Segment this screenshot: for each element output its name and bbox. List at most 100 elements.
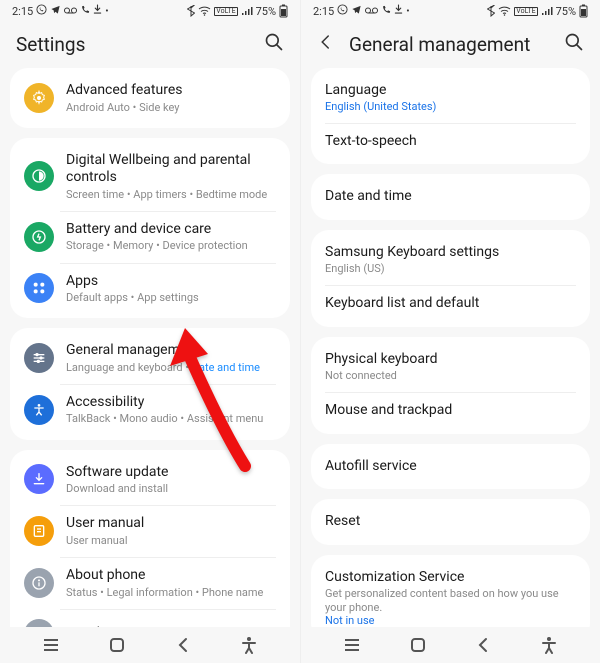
nav-accessibility[interactable] xyxy=(229,636,269,654)
settings-item-general-management[interactable]: General managementLanguage and keyboard … xyxy=(10,332,290,384)
page-title: Settings xyxy=(16,33,264,56)
item-extra: Not in use xyxy=(325,614,576,627)
nav-bar xyxy=(0,627,300,663)
item-subtitle: English (US) xyxy=(325,262,576,275)
item-title: Advanced features xyxy=(66,82,276,100)
item-title: Reset xyxy=(325,513,576,531)
item-title: Keyboard list and default xyxy=(325,295,576,313)
settings-item-user-manual[interactable]: User manualUser manual xyxy=(10,505,290,557)
battery-icon xyxy=(279,4,288,18)
download-status-icon xyxy=(93,4,102,18)
item-subtitle: English (United States) xyxy=(325,100,576,113)
whatsapp-icon xyxy=(337,4,348,18)
nav-accessibility[interactable] xyxy=(529,636,569,654)
item-title: Text-to-speech xyxy=(325,133,576,151)
nav-recents[interactable] xyxy=(332,638,372,652)
bluetooth-icon xyxy=(187,5,195,17)
settings-item-battery-and-device-care[interactable]: Battery and device careStorage • Memory … xyxy=(10,211,290,263)
manual-icon xyxy=(24,516,54,546)
download-status-icon xyxy=(394,4,403,18)
sliders-icon xyxy=(24,343,54,373)
more-icon: • xyxy=(105,6,108,17)
item-title: Developer options xyxy=(66,625,276,627)
signal-icon xyxy=(241,6,253,16)
settings-header: Settings xyxy=(0,22,300,68)
item-subtitle: Not connected xyxy=(325,369,576,382)
settings-item-apps[interactable]: AppsDefault apps • App settings xyxy=(10,263,290,315)
signal-icon xyxy=(541,6,553,16)
voicemail-icon xyxy=(64,5,77,18)
nav-bar xyxy=(301,627,600,663)
item-title: Mouse and trackpad xyxy=(325,402,576,420)
nav-home[interactable] xyxy=(97,637,137,653)
nav-back[interactable] xyxy=(163,637,203,653)
back-button[interactable] xyxy=(317,33,335,55)
item-subtitle: User manual xyxy=(66,534,276,547)
settings-item-developer-options[interactable]: Developer options xyxy=(10,609,290,627)
wifi-icon xyxy=(498,6,511,16)
item-title: Digital Wellbeing and parental controls xyxy=(66,152,276,187)
battery-text: 75% xyxy=(556,5,576,18)
gm-item-mouse-and-trackpad[interactable]: Mouse and trackpad xyxy=(311,392,590,430)
nav-home[interactable] xyxy=(398,637,438,653)
settings-item-about-phone[interactable]: About phoneStatus • Legal information • … xyxy=(10,557,290,609)
status-time: 2:15 xyxy=(12,5,33,18)
item-title: Apps xyxy=(66,273,276,291)
settings-item-digital-wellbeing-and-parental-controls[interactable]: Digital Wellbeing and parental controlsS… xyxy=(10,142,290,211)
settings-list[interactable]: Advanced featuresAndroid Auto • Side key… xyxy=(0,68,300,627)
item-title: Accessibility xyxy=(66,394,276,412)
nav-recents[interactable] xyxy=(31,638,71,652)
status-time: 2:15 xyxy=(313,5,334,18)
gm-item-keyboard-list-and-default[interactable]: Keyboard list and default xyxy=(311,285,590,323)
item-title: Customization Service xyxy=(325,569,576,587)
wifi-icon xyxy=(198,6,211,16)
wellbeing-icon xyxy=(24,161,54,191)
status-bar: 2:15 • xyxy=(0,0,300,22)
item-subtitle: Get personalized content based on how yo… xyxy=(325,587,576,613)
phone-icon xyxy=(381,5,391,18)
volte-icon: VoLTE xyxy=(214,7,237,16)
gm-item-language[interactable]: LanguageEnglish (United States) xyxy=(311,72,590,123)
nav-back[interactable] xyxy=(463,637,503,653)
gm-item-samsung-keyboard-settings[interactable]: Samsung Keyboard settingsEnglish (US) xyxy=(311,234,590,286)
settings-item-advanced-features[interactable]: Advanced featuresAndroid Auto • Side key xyxy=(10,72,290,124)
info-icon xyxy=(24,568,54,598)
download-icon xyxy=(24,464,54,494)
item-title: Battery and device care xyxy=(66,221,276,239)
gm-header: General management xyxy=(301,22,600,68)
item-title: Samsung Keyboard settings xyxy=(325,244,576,262)
item-subtitle: Android Auto • Side key xyxy=(66,101,276,114)
page-title: General management xyxy=(349,33,564,56)
gm-list[interactable]: LanguageEnglish (United States) Text-to-s… xyxy=(301,68,600,627)
settings-item-software-update[interactable]: Software updateDownload and install xyxy=(10,454,290,506)
gm-item-date-and-time[interactable]: Date and time xyxy=(311,178,590,216)
gm-item-autofill-service[interactable]: Autofill service xyxy=(311,448,590,486)
gear-mono-icon xyxy=(24,83,54,113)
item-subtitle: Download and install xyxy=(66,482,276,495)
telegram-icon xyxy=(351,4,362,18)
item-title: Software update xyxy=(66,464,276,482)
gm-item-customization-service[interactable]: Customization ServiceGet personalized co… xyxy=(311,559,590,627)
item-title: About phone xyxy=(66,567,276,585)
item-title: Language xyxy=(325,82,576,100)
apps-icon xyxy=(24,273,54,303)
gm-item-reset[interactable]: Reset xyxy=(311,503,590,541)
whatsapp-icon xyxy=(36,4,47,18)
gm-item-text-to-speech[interactable]: Text-to-speech xyxy=(311,123,590,161)
item-title: Autofill service xyxy=(325,458,576,476)
accessibility-icon xyxy=(24,395,54,425)
item-subtitle: Default apps • App settings xyxy=(66,291,276,304)
telegram-icon xyxy=(50,4,61,18)
search-button[interactable] xyxy=(264,32,284,56)
item-subtitle: Language and keyboard • Date and time xyxy=(66,361,276,374)
item-title: User manual xyxy=(66,515,276,533)
bluetooth-icon xyxy=(487,5,495,17)
status-bar: 2:15 • VoLTE 75% xyxy=(301,0,600,22)
item-title: Date and time xyxy=(325,188,576,206)
settings-item-accessibility[interactable]: AccessibilityTalkBack • Mono audio • Ass… xyxy=(10,384,290,436)
gm-item-physical-keyboard[interactable]: Physical keyboardNot connected xyxy=(311,341,590,393)
search-button[interactable] xyxy=(564,32,584,56)
item-subtitle: Screen time • App timers • Bedtime mode xyxy=(66,188,276,201)
settings-screen: 2:15 • xyxy=(0,0,300,663)
item-subtitle: Storage • Memory • Device protection xyxy=(66,239,276,252)
